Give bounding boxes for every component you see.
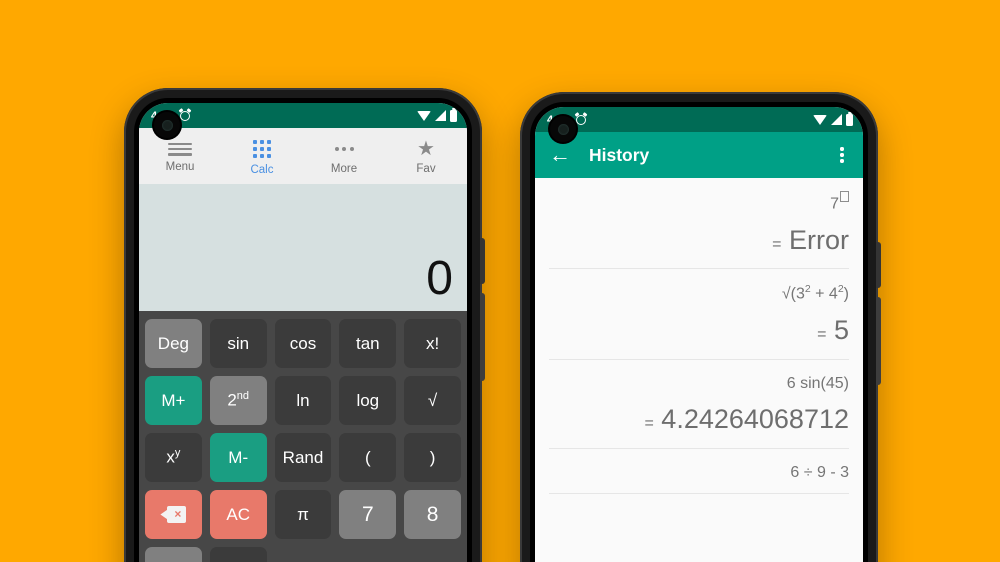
phone-a-bezel: 4:51 Menu Calc (134, 98, 472, 562)
history-entry[interactable]: 6 ÷ 9 - 3 (549, 449, 849, 495)
alarm-icon (575, 114, 586, 125)
calculator-display[interactable]: 0 (139, 184, 467, 311)
key-sin[interactable]: sin (209, 319, 267, 368)
star-icon: ★ (417, 138, 435, 160)
key-9[interactable]: 9 (145, 547, 202, 562)
key-M+[interactable]: M+ (145, 376, 202, 425)
key-label: x! (425, 333, 440, 353)
equals-sign: = (817, 326, 827, 344)
volume-button-b[interactable] (876, 242, 881, 288)
tab-fav-label: Fav (416, 163, 436, 175)
key-tan[interactable]: tan (339, 319, 397, 368)
tab-menu-label: Menu (165, 160, 195, 173)
backspace-icon: × (160, 506, 187, 523)
battery-icon (450, 107, 457, 122)
key-Rand[interactable]: Rand (274, 433, 332, 482)
status-bar-b: 4:51 (535, 107, 863, 132)
grid-icon (252, 139, 272, 159)
history-entry[interactable]: 6 sin(45) = 4.24264068712 (549, 360, 849, 449)
history-entry[interactable]: 7 = Error (549, 178, 849, 270)
signal-icon (435, 110, 446, 121)
key-label: π (297, 504, 309, 524)
history-list[interactable]: 7 = Error √(32 + 42) = 5 6 sin(45) = 4.242640… (535, 178, 863, 562)
key-label: 8 (426, 502, 439, 526)
key-M-[interactable]: M- (209, 433, 267, 482)
arrow-back-icon[interactable]: ← (549, 144, 575, 166)
key-xy[interactable]: xy (145, 433, 202, 482)
key-2nd[interactable]: 2nd (209, 376, 267, 425)
power-button-a[interactable] (480, 293, 485, 381)
tab-menu[interactable]: Menu (139, 131, 221, 184)
key-log[interactable]: log (339, 376, 397, 425)
key-label: ( (364, 447, 371, 467)
volume-button-a[interactable] (480, 238, 485, 284)
status-bar-a: 4:51 (139, 103, 467, 128)
phone-history-device: 4:51 ← History 7 = Error √(32 + 42) = 5 6 si… (520, 92, 881, 562)
key-sym[interactable]: ) (404, 433, 461, 482)
history-expression: √(32 + 42) (781, 283, 849, 303)
key-label: cos (289, 333, 317, 353)
wifi-icon (417, 110, 431, 121)
key-cos[interactable]: cos (274, 319, 332, 368)
front-camera-punchhole-a (154, 112, 180, 138)
display-value: 0 (426, 252, 453, 306)
alarm-icon (179, 110, 190, 121)
hamburger-menu-icon (168, 142, 192, 156)
history-result: = 4.24264068712 (644, 404, 849, 435)
key-label: tan (355, 333, 380, 353)
key-label: log (356, 390, 380, 410)
key-label: 2nd (227, 390, 250, 410)
tab-fav[interactable]: ★ Fav (385, 131, 467, 184)
key-label: √ (427, 390, 438, 410)
power-button-b[interactable] (876, 297, 881, 385)
calculator-tab-bar: Menu Calc More ★ Fav (139, 128, 467, 184)
tab-calc[interactable]: Calc (221, 131, 303, 184)
wifi-icon (813, 114, 827, 125)
phone-a-screen: 4:51 Menu Calc (139, 103, 467, 562)
phone-b-bezel: 4:51 ← History 7 = Error √(32 + 42) = 5 6 si… (530, 102, 868, 562)
key-label: Rand (282, 447, 324, 467)
key-sym[interactable]: π (274, 490, 332, 539)
key-label: M- (228, 447, 249, 467)
key-sym[interactable]: √ (404, 376, 461, 425)
history-expression: 7 (549, 191, 849, 215)
key-Deg[interactable]: Deg (145, 319, 202, 368)
battery-icon (846, 111, 853, 126)
history-entry[interactable]: √(32 + 42) = 5 (549, 269, 849, 360)
key-sym[interactable]: ( (339, 433, 397, 482)
page-title: History (589, 144, 650, 165)
calculator-keypad: Deg sin cos tan x! M+ 2nd ln log √ xy M- Rand () × AC π 7… (139, 311, 467, 562)
key-label: M+ (161, 390, 186, 410)
key-AC[interactable]: AC (209, 490, 267, 539)
key-label: ) (429, 447, 436, 467)
key-sym[interactable]: ÷ (209, 547, 267, 562)
history-result: = 5 (817, 315, 849, 346)
key-label: ln (296, 390, 310, 410)
key-backspace[interactable]: × (145, 490, 202, 539)
history-expression: 6 ÷ 9 - 3 (790, 463, 849, 481)
front-camera-punchhole-b (550, 116, 576, 142)
history-expression: 6 sin(45) (786, 374, 849, 392)
phone-calculator-device: 4:51 Menu Calc (124, 88, 485, 562)
key-label: Deg (157, 333, 189, 353)
history-app-bar: ← History (535, 132, 863, 178)
key-8[interactable]: 8 (404, 490, 461, 539)
key-x[interactable]: x! (404, 319, 461, 368)
key-label: AC (226, 504, 250, 524)
key-label: sin (227, 333, 250, 353)
key-ln[interactable]: ln (274, 376, 332, 425)
tab-more[interactable]: More (303, 131, 385, 184)
key-label: 7 (361, 502, 374, 526)
equals-sign: = (772, 235, 782, 253)
tab-more-label: More (330, 163, 358, 175)
phone-b-screen: 4:51 ← History 7 = Error √(32 + 42) = 5 6 si… (535, 107, 863, 562)
key-label: xy (166, 447, 181, 467)
ellipsis-icon (333, 140, 355, 158)
key-7[interactable]: 7 (339, 490, 397, 539)
equals-sign: = (644, 415, 654, 433)
history-result: = Error (772, 224, 849, 255)
overflow-menu-icon[interactable] (833, 146, 851, 164)
tab-calc-label: Calc (250, 163, 274, 176)
signal-icon (831, 114, 842, 125)
